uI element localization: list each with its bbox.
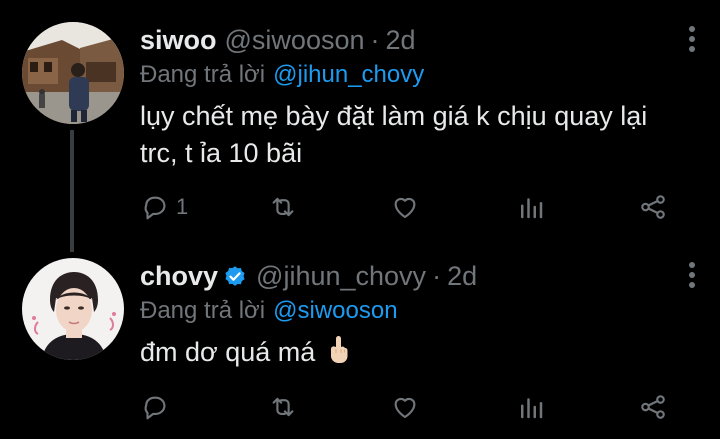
replying-to-line: Đang trả lời @siwooson: [140, 294, 700, 328]
user-handle[interactable]: @jihun_chovy: [256, 261, 426, 292]
like-icon: [394, 397, 416, 419]
tweet-chovy[interactable]: chovy @jihun_chovy · 2d Đang trả lời @si…: [0, 245, 720, 439]
tweet-text-container: đm dơ quá má: [140, 334, 680, 371]
reply-button[interactable]: [140, 387, 176, 427]
tweet-actions: 1: [140, 187, 680, 227]
retweet-icon: [272, 397, 294, 417]
more-icon[interactable]: [688, 26, 696, 52]
analytics-icon: [521, 198, 543, 219]
like-button[interactable]: [390, 387, 420, 427]
user-handle[interactable]: @siwooson: [225, 25, 365, 56]
tweet-actions: [140, 387, 680, 427]
tweet-siwoo[interactable]: siwoo @siwooson · 2d Đang trả lời @jihun…: [0, 0, 720, 252]
like-button[interactable]: [390, 187, 420, 227]
tweet-text: lụy chết mẹ bày đặt làm giá k chịu quay …: [140, 101, 648, 168]
retweet-button[interactable]: [268, 187, 298, 227]
reply-button[interactable]: 1: [140, 187, 188, 227]
reply-icon: [144, 196, 166, 220]
retweet-icon: [272, 197, 294, 217]
more-icon[interactable]: [688, 262, 696, 288]
middle-finger-emoji: [330, 336, 348, 363]
replying-to-label: Đang trả lời: [140, 297, 266, 324]
thread-connector-line: [70, 130, 74, 252]
verified-badge-icon: [225, 266, 245, 286]
replying-to-handle[interactable]: @jihun_chovy: [273, 61, 424, 89]
tweet-text: đm dơ quá má: [140, 337, 316, 367]
share-icon: [641, 395, 665, 419]
share-icon: [641, 195, 665, 219]
avatar-siwoo[interactable]: [22, 22, 124, 124]
reply-count: 1: [176, 194, 189, 219]
analytics-icon: [521, 398, 543, 419]
like-icon: [394, 197, 416, 219]
reply-icon: [144, 396, 166, 420]
tweet-header: siwoo @siwooson · 2d: [140, 22, 700, 58]
retweet-button[interactable]: [268, 387, 298, 427]
avatar-chovy[interactable]: [22, 258, 124, 360]
analytics-button[interactable]: [516, 187, 546, 227]
replying-to-line: Đang trả lời @jihun_chovy: [140, 58, 700, 92]
replying-to-handle[interactable]: @siwooson: [273, 297, 397, 325]
display-name[interactable]: siwoo: [140, 25, 217, 56]
timestamp[interactable]: 2d: [386, 25, 416, 56]
display-name[interactable]: chovy: [140, 261, 218, 292]
separator-dot: ·: [370, 24, 380, 55]
separator-dot: ·: [432, 260, 442, 291]
analytics-button[interactable]: [516, 387, 546, 427]
tweet-header: chovy @jihun_chovy · 2d: [140, 258, 700, 294]
share-button[interactable]: [638, 187, 668, 227]
timestamp[interactable]: 2d: [447, 261, 477, 292]
share-button[interactable]: [638, 387, 668, 427]
replying-to-label: Đang trả lời: [140, 61, 266, 88]
